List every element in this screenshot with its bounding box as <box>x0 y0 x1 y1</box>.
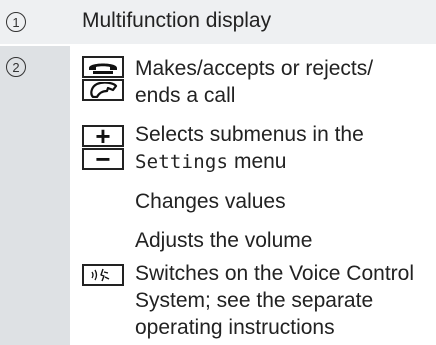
changes-values-text: Changes values <box>135 190 286 213</box>
voice-desc-line-2: System; see the separate <box>135 289 374 312</box>
table-row-1: 1 Multifunction display <box>0 0 436 44</box>
voice-control-key <box>82 264 124 286</box>
phone-accept-key <box>82 56 124 78</box>
number-column: 2 <box>0 46 70 345</box>
settings-menu-name: Settings <box>135 151 229 173</box>
voice-desc-line-1: Switches on the Voice Control <box>135 262 414 285</box>
submenu-desc-line-1: Selects submenus in the <box>135 123 364 146</box>
callout-number-2: 2 <box>6 57 26 77</box>
call-desc-line-1: Makes/accepts or rejects/ <box>135 57 374 80</box>
minus-icon: − <box>95 144 111 174</box>
call-desc-line-2: ends a call <box>135 84 236 107</box>
settings-menu-suffix: menu <box>228 150 287 173</box>
submenu-desc-line-2: Settings menu <box>135 149 287 175</box>
voice-control-icon <box>91 268 110 282</box>
table-row-2: 2 Makes/accepts or rejects/ ends a call … <box>0 46 436 345</box>
callout-number-1: 1 <box>6 12 26 32</box>
voice-desc-line-3: operating instructions <box>135 316 335 339</box>
phone-accept-icon <box>89 63 117 74</box>
instrument-controls-table: 1 Multifunction display 2 Makes/accepts … <box>0 0 436 345</box>
minus-key: − <box>82 144 124 174</box>
adjusts-volume-text: Adjusts the volume <box>135 229 313 252</box>
phone-end-key <box>82 79 124 101</box>
row-1-description: Multifunction display <box>82 9 272 32</box>
phone-end-icon <box>90 82 118 98</box>
